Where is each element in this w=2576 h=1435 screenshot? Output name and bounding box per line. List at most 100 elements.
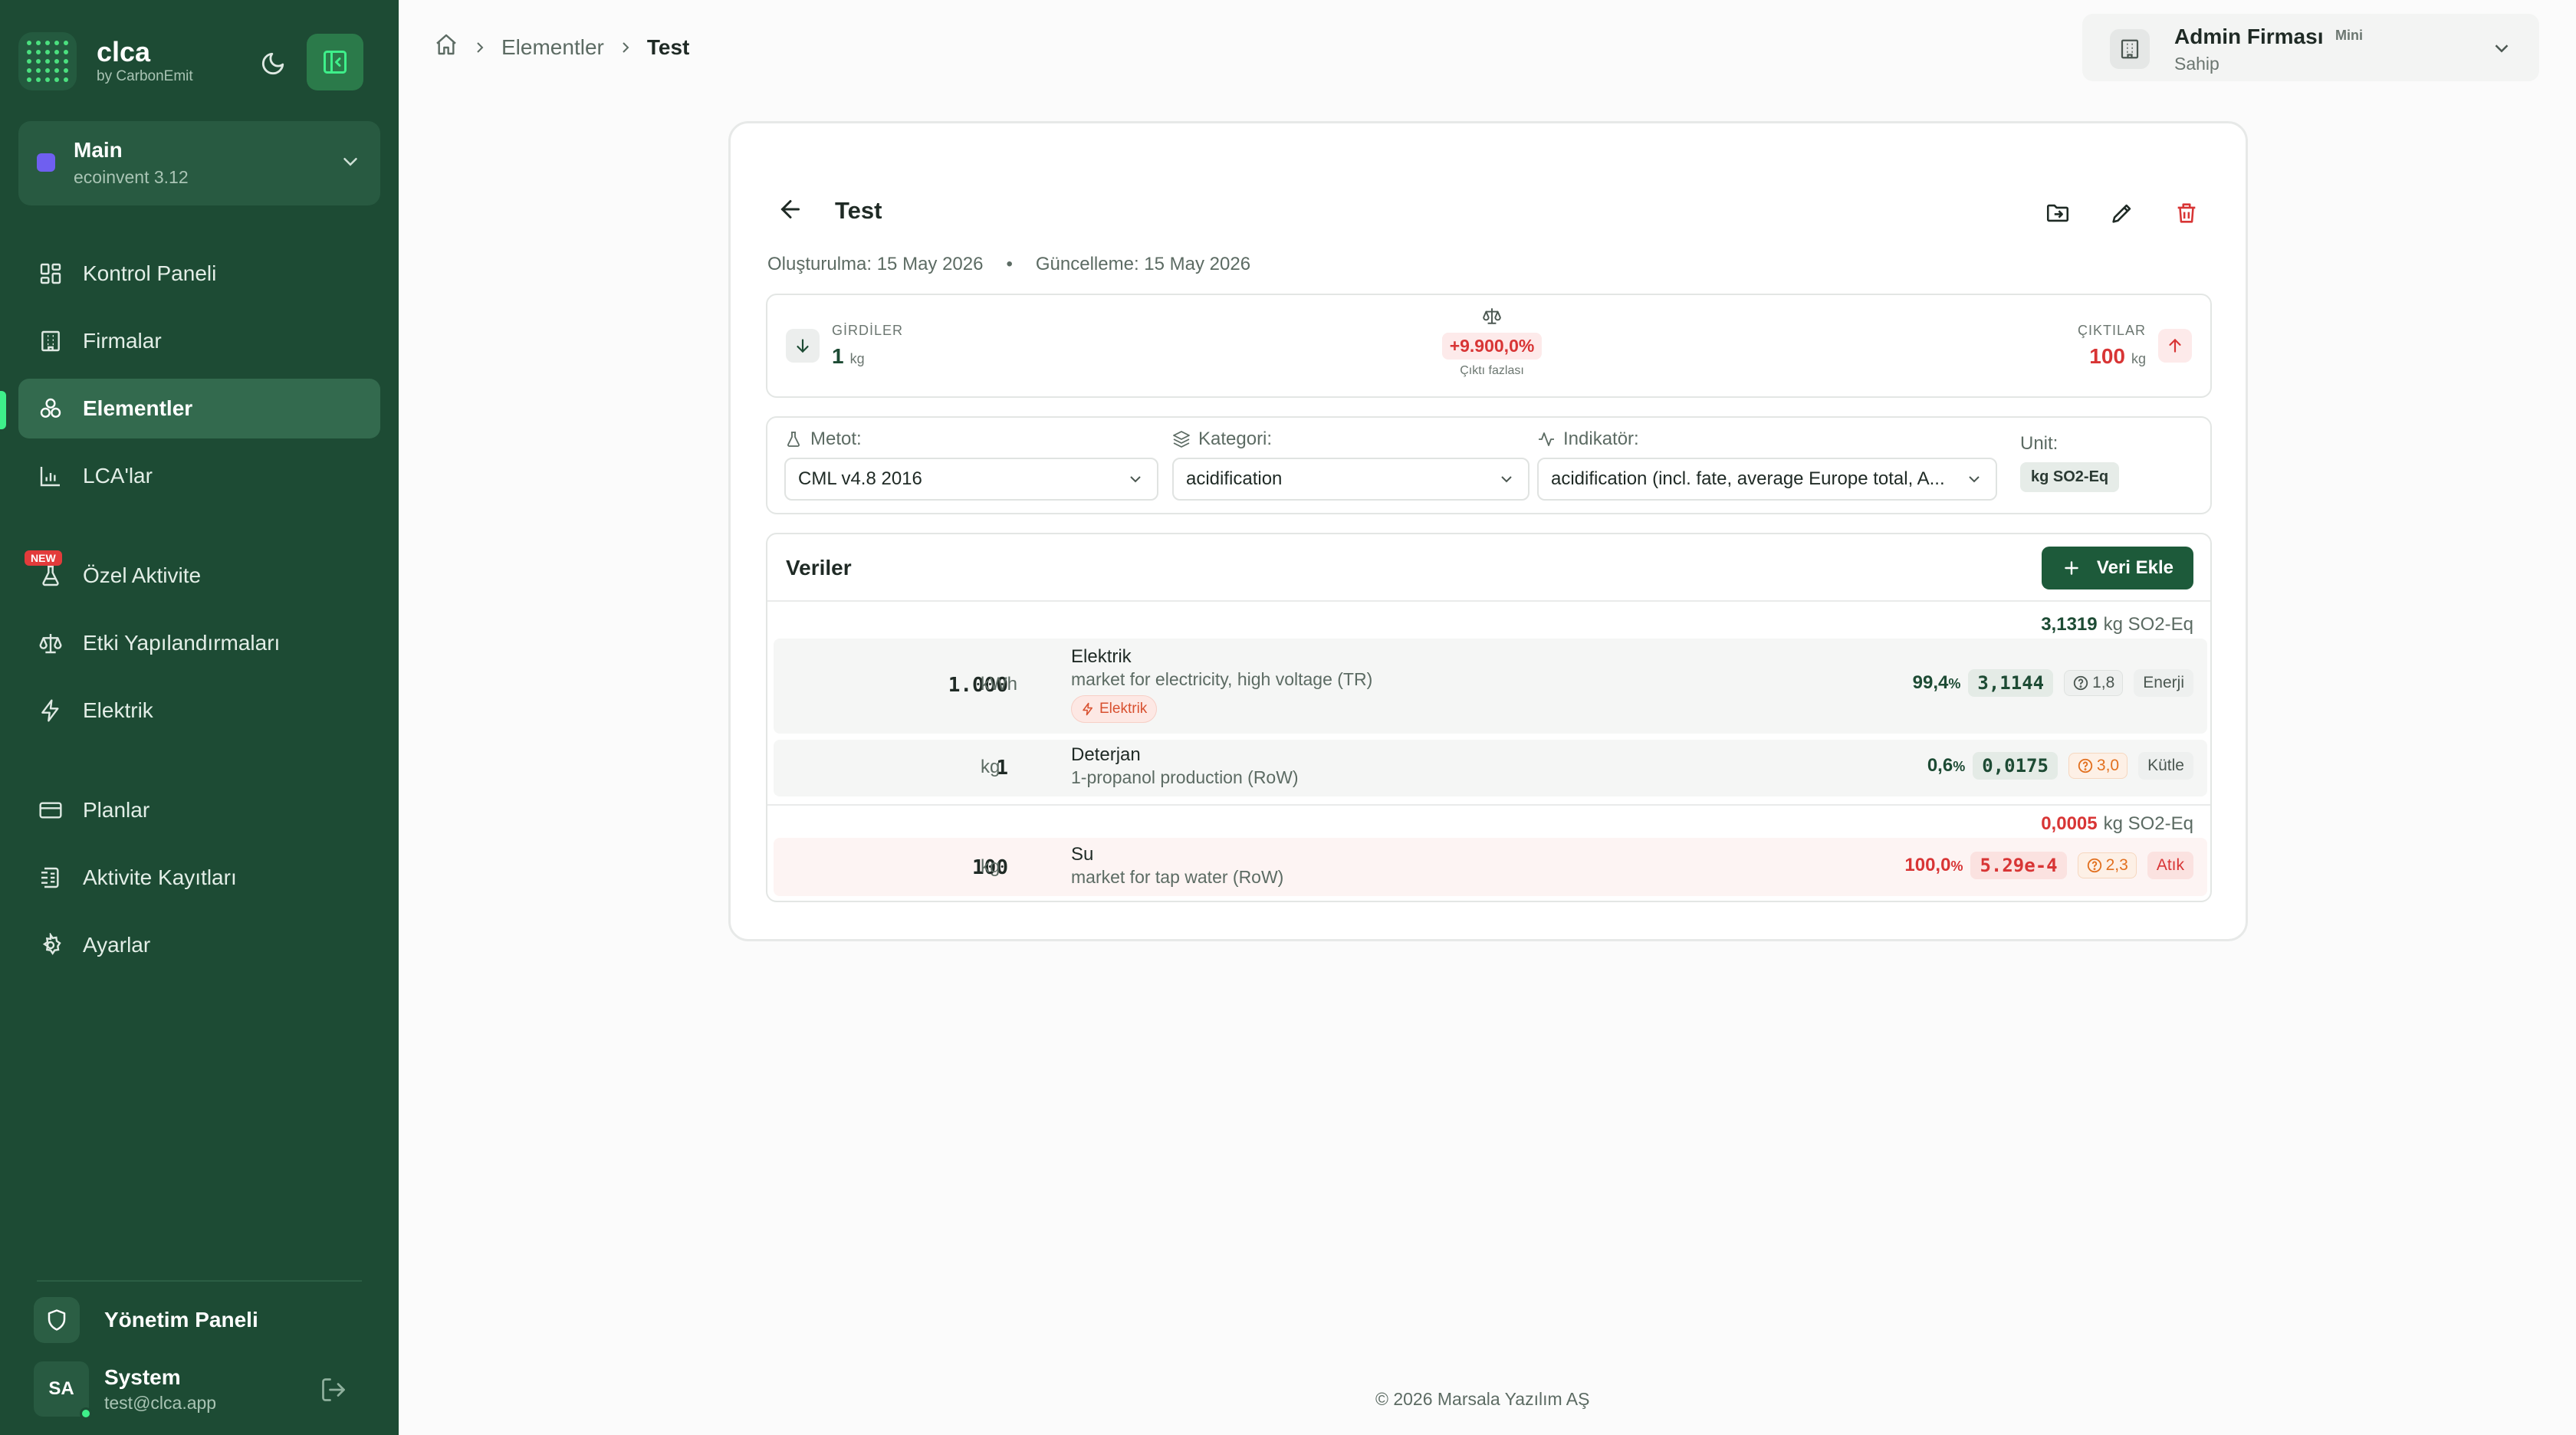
- chevron-down-icon: [1969, 476, 1980, 483]
- user-name: System: [104, 1364, 181, 1389]
- database-selector[interactable]: Main ecoinvent 3.12: [18, 121, 380, 205]
- brand-sub: by CarbonEmit: [97, 68, 193, 84]
- quality-score: 1,8: [2064, 670, 2124, 696]
- table-row[interactable]: 1.000 kWh Elektrik market for electricit…: [774, 639, 2207, 734]
- balance-note: Çıktı fazlası: [1460, 364, 1524, 377]
- balance-summary: +9.900,0% Çıktı fazlası: [1427, 306, 1557, 378]
- item-description: market for electricity, high voltage (TR…: [1071, 669, 1373, 689]
- breadcrumb: Elementler Test: [434, 32, 689, 62]
- sidebar-item-label: Kontrol Paneli: [83, 261, 217, 285]
- home-icon[interactable]: [434, 32, 458, 62]
- admin-panel-link[interactable]: Yönetim Paneli: [34, 1297, 258, 1343]
- created-date: Oluşturulma: 15 May 2026: [767, 254, 984, 274]
- moon-icon: [261, 52, 284, 75]
- user-profile[interactable]: SA System test@clca.app: [34, 1361, 217, 1420]
- flask-icon: [787, 432, 800, 447]
- sidebar-item-impact-configs[interactable]: Etki Yapılandırmaları: [18, 613, 380, 673]
- sidebar-item-dashboard[interactable]: Kontrol Paneli: [18, 244, 380, 304]
- outputs-value: 100 kg: [2089, 344, 2146, 368]
- user-email: test@clca.app: [104, 1392, 217, 1413]
- sidebar-item-plans[interactable]: Planlar: [18, 780, 380, 840]
- chevron-down-icon: [2495, 44, 2509, 53]
- category-badge: Kütle: [2138, 752, 2193, 780]
- breadcrumb-elements-link[interactable]: Elementler: [501, 35, 604, 60]
- timestamps: Oluşturulma: 15 May 2026 • Güncelleme: 1…: [767, 254, 1251, 274]
- elements-icon: [37, 395, 64, 422]
- layers-icon: [1173, 431, 1190, 448]
- sidebar-item-elements[interactable]: Elementler: [18, 379, 380, 438]
- balance-difference: +9.900,0%: [1441, 333, 1543, 360]
- sidebar-item-settings[interactable]: Ayarlar: [18, 915, 380, 975]
- quantity-unit: kg: [981, 757, 1001, 777]
- theme-toggle-button[interactable]: [250, 44, 296, 83]
- quantity-unit: kg: [981, 856, 1001, 877]
- method-label: Metot:: [784, 429, 1158, 450]
- dashboard-icon: [37, 260, 64, 287]
- sidebar-item-label: Firmalar: [83, 329, 162, 353]
- category-select[interactable]: acidification: [1172, 458, 1530, 501]
- item-name: Elektrik: [1071, 646, 1132, 667]
- chevron-down-icon: [1130, 476, 1141, 483]
- back-button[interactable]: [777, 195, 804, 227]
- sidebar-item-lcas[interactable]: LCA'lar: [18, 446, 380, 506]
- sidebar-divider: [37, 1280, 362, 1282]
- activity-icon: [1539, 432, 1554, 446]
- method-select[interactable]: CML v4.8 2016: [784, 458, 1158, 501]
- data-section: Veriler Veri Ekle 3,1319 kg SO2-Eq 1.000 …: [766, 533, 2212, 902]
- logout-button[interactable]: [316, 1372, 351, 1407]
- edit-button[interactable]: [2101, 192, 2143, 234]
- database-color-dot: [37, 153, 55, 172]
- sidebar-item-label: Aktivite Kayıtları: [83, 865, 237, 889]
- inputs-value: 1 kg: [832, 344, 865, 368]
- flask-icon: [37, 562, 64, 589]
- impact-value: 5.29e-4: [1970, 852, 2067, 879]
- item-description: market for tap water (RoW): [1071, 867, 1284, 887]
- avatar: SA: [34, 1361, 92, 1420]
- electricity-tag: Elektrik: [1071, 695, 1158, 723]
- arrow-left-icon: [780, 200, 800, 218]
- percentage: 0,6%: [1927, 755, 1966, 776]
- quantity-unit: kWh: [981, 674, 1017, 695]
- sidebar-item-label: Planlar: [83, 798, 150, 822]
- table-row[interactable]: 100 kg Su market for tap water (RoW) 100…: [774, 838, 2207, 896]
- sidebar-item-label: Özel Aktivite: [83, 563, 202, 587]
- add-data-button[interactable]: Veri Ekle: [2041, 547, 2193, 589]
- brand[interactable]: clca by CarbonEmit: [18, 32, 193, 90]
- sidebar-item-activity-logs[interactable]: Aktivite Kayıtları: [18, 848, 380, 908]
- building-icon: [2110, 29, 2150, 69]
- sidebar-item-label: Ayarlar: [83, 933, 151, 957]
- delete-button[interactable]: [2166, 192, 2207, 234]
- percentage: 99,4%: [1912, 672, 1961, 693]
- logo-icon: [18, 32, 77, 90]
- pencil-icon: [2112, 204, 2131, 223]
- indicator-select[interactable]: acidification (incl. fate, average Europ…: [1537, 458, 1997, 501]
- sidebar-item-custom-activity[interactable]: Özel Aktivite: [18, 546, 380, 606]
- active-indicator: [0, 391, 6, 429]
- item-description: 1-propanol production (RoW): [1071, 767, 1299, 787]
- category-label: Kategori:: [1172, 429, 1530, 450]
- percentage: 100,0%: [1904, 855, 1963, 875]
- section-divider: [767, 804, 2210, 806]
- plan-badge: Mini: [2335, 28, 2363, 43]
- collapse-sidebar-button[interactable]: [307, 34, 363, 90]
- breadcrumb-current: Test: [646, 34, 690, 59]
- table-row[interactable]: 1 kg Deterjan 1-propanol production (RoW…: [774, 740, 2207, 796]
- help-circle-icon: [2073, 675, 2088, 691]
- move-button[interactable]: [2037, 192, 2078, 234]
- trash-icon: [2177, 203, 2196, 223]
- shield-icon: [34, 1297, 80, 1343]
- inputs-label: GİRDİLER: [832, 323, 904, 338]
- sidebar-item-companies[interactable]: Firmalar: [18, 311, 380, 371]
- organization-switcher[interactable]: Admin Firması Mini Sahip: [2082, 14, 2539, 81]
- user-role: Sahip: [2174, 54, 2220, 74]
- input-total: 3,1319 kg SO2-Eq: [2041, 614, 2193, 635]
- page-title: Test: [835, 197, 882, 224]
- unit-badge: kg SO2-Eq: [2020, 462, 2120, 492]
- scale-icon: [1483, 308, 1501, 324]
- unit-label: Unit:: [2020, 433, 2058, 454]
- outputs-label: ÇIKTILAR: [2077, 323, 2146, 338]
- help-circle-icon: [2087, 858, 2101, 873]
- indicator-label: Indikatör:: [1537, 429, 1997, 450]
- bolt-icon: [37, 697, 64, 724]
- sidebar-item-electricity[interactable]: Elektrik: [18, 681, 380, 740]
